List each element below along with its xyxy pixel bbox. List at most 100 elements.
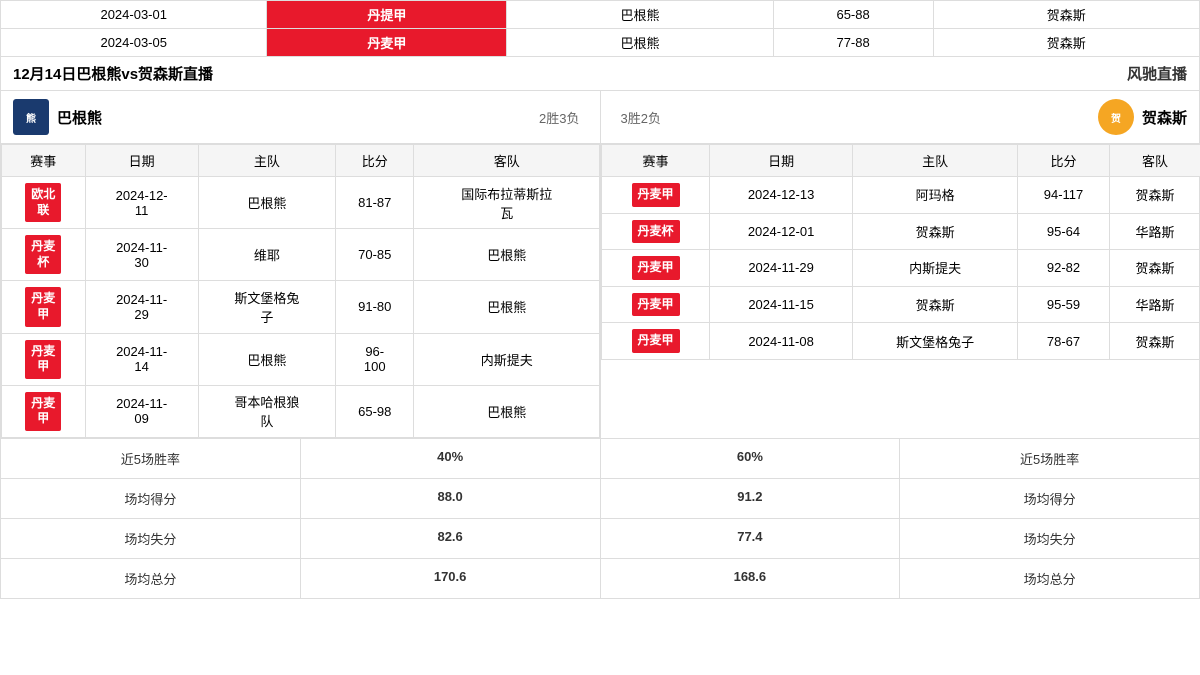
home-cell: 贺森斯 bbox=[853, 286, 1018, 323]
away-cell: 贺森斯 bbox=[1109, 323, 1200, 360]
date-cell: 2024-12-11 bbox=[85, 177, 198, 229]
stats-value-right-avgconcede: 77.4 bbox=[601, 519, 901, 558]
left-team-name: 巴根熊 bbox=[57, 107, 102, 128]
table-row: 丹麦杯 2024-12-01 贺森斯 95-64 华路斯 bbox=[602, 213, 1200, 250]
home-cell: 内斯提夫 bbox=[853, 250, 1018, 287]
left-records-table: 赛事 日期 主队 比分 客队 欧北联 2024-12-11 巴根熊 81-87 … bbox=[1, 144, 600, 438]
away-cell: 巴根熊 bbox=[414, 229, 600, 281]
table-header-row: 赛事 日期 主队 比分 客队 bbox=[602, 145, 1200, 177]
stats-value-left-avgscore: 88.0 bbox=[301, 479, 601, 518]
league-badge-cell: 丹麦甲 bbox=[2, 281, 86, 333]
main-content: 赛事 日期 主队 比分 客队 欧北联 2024-12-11 巴根熊 81-87 … bbox=[0, 144, 1200, 439]
league-badge-cell: 丹麦杯 bbox=[602, 213, 710, 250]
right-team-block: 3胜2负 贺 贺森斯 bbox=[601, 91, 1200, 143]
date-cell: 2024-11-29 bbox=[85, 281, 198, 333]
stats-label-left-avgscore: 场均得分 bbox=[1, 479, 301, 518]
stats-row-avgscore: 场均得分 88.0 91.2 场均得分 bbox=[1, 479, 1199, 519]
league-badge: 丹麦甲 bbox=[632, 256, 680, 280]
stats-value-right-avgtotal: 168.6 bbox=[601, 559, 901, 598]
home-cell: 哥本哈根狼队 bbox=[198, 385, 335, 437]
table-row: 2024-03-05 丹麦甲 巴根熊 77-88 贺森斯 bbox=[1, 29, 1200, 57]
date-cell: 2024-12-01 bbox=[710, 213, 853, 250]
score-cell: 65-88 bbox=[773, 1, 933, 29]
away-cell: 华路斯 bbox=[1109, 286, 1200, 323]
league-badge-cell: 丹麦甲 bbox=[2, 333, 86, 385]
home-cell: 阿玛格 bbox=[853, 177, 1018, 214]
score-cell: 81-87 bbox=[336, 177, 414, 229]
away-cell: 华路斯 bbox=[1109, 213, 1200, 250]
table-row: 丹麦甲 2024-11-29 斯文堡格兔子 91-80 巴根熊 bbox=[2, 281, 600, 333]
home-cell: 贺森斯 bbox=[853, 213, 1018, 250]
league-badge: 丹麦甲 bbox=[632, 329, 680, 353]
col-away: 客队 bbox=[414, 145, 600, 177]
date-cell: 2024-11-15 bbox=[710, 286, 853, 323]
date-cell: 2024-12-13 bbox=[710, 177, 853, 214]
league-badge: 丹麦甲 bbox=[632, 293, 680, 317]
stats-value-right-winrate: 60% bbox=[601, 439, 901, 478]
away-cell: 国际布拉蒂斯拉瓦 bbox=[414, 177, 600, 229]
league-badge-cell: 丹麦甲 bbox=[602, 177, 710, 214]
table-row: 丹麦甲 2024-11-08 斯文堡格兔子 78-67 贺森斯 bbox=[602, 323, 1200, 360]
table-row: 欧北联 2024-12-11 巴根熊 81-87 国际布拉蒂斯拉瓦 bbox=[2, 177, 600, 229]
date-cell: 2024-11-09 bbox=[85, 385, 198, 437]
league-badge: 丹麦甲 bbox=[632, 183, 680, 207]
col-league: 赛事 bbox=[602, 145, 710, 177]
date-cell: 2024-11-14 bbox=[85, 333, 198, 385]
col-home: 主队 bbox=[853, 145, 1018, 177]
stats-row-winrate: 近5场胜率 40% 60% 近5场胜率 bbox=[1, 439, 1199, 479]
date-cell: 2024-11-29 bbox=[710, 250, 853, 287]
away-cell: 内斯提夫 bbox=[414, 333, 600, 385]
home-cell: 巴根熊 bbox=[507, 1, 773, 29]
away-cell: 贺森斯 bbox=[1109, 250, 1200, 287]
league-cell: 丹提甲 bbox=[267, 1, 507, 29]
match-header: 12月14日巴根熊vs贺森斯直播 风驰直播 bbox=[0, 57, 1200, 91]
table-header-row: 赛事 日期 主队 比分 客队 bbox=[2, 145, 600, 177]
stats-value-left-winrate: 40% bbox=[301, 439, 601, 478]
stats-label-right-avgscore: 场均得分 bbox=[900, 479, 1199, 518]
brand-label: 风驰直播 bbox=[1127, 63, 1187, 84]
match-title: 12月14日巴根熊vs贺森斯直播 bbox=[13, 63, 213, 84]
stats-row-avgtotal: 场均总分 170.6 168.6 场均总分 bbox=[1, 559, 1199, 598]
col-home: 主队 bbox=[198, 145, 335, 177]
stats-value-left-avgtotal: 170.6 bbox=[301, 559, 601, 598]
away-cell: 巴根熊 bbox=[414, 385, 600, 437]
stats-section: 近5场胜率 40% 60% 近5场胜率 场均得分 88.0 91.2 场均得分 … bbox=[0, 439, 1200, 599]
league-badge-cell: 丹麦甲 bbox=[602, 286, 710, 323]
table-row: 丹麦甲 2024-11-09 哥本哈根狼队 65-98 巴根熊 bbox=[2, 385, 600, 437]
table-row: 丹麦甲 2024-12-13 阿玛格 94-117 贺森斯 bbox=[602, 177, 1200, 214]
stats-value-left-avgconcede: 82.6 bbox=[301, 519, 601, 558]
score-cell: 78-67 bbox=[1018, 323, 1110, 360]
home-cell: 斯文堡格兔子 bbox=[198, 281, 335, 333]
stats-label-left-avgconcede: 场均失分 bbox=[1, 519, 301, 558]
stats-label-left-avgtotal: 场均总分 bbox=[1, 559, 301, 598]
league-badge-cell: 欧北联 bbox=[2, 177, 86, 229]
right-team-record: 3胜2负 bbox=[613, 108, 661, 127]
date-cell: 2024-03-05 bbox=[1, 29, 267, 57]
score-cell: 70-85 bbox=[336, 229, 414, 281]
贺森斯-logo-icon: 贺 bbox=[1098, 99, 1134, 135]
stats-row-avgconcede: 场均失分 82.6 77.4 场均失分 bbox=[1, 519, 1199, 559]
top-rows-table: 2024-03-01 丹提甲 巴根熊 65-88 贺森斯 2024-03-05 … bbox=[0, 0, 1200, 57]
col-date: 日期 bbox=[710, 145, 853, 177]
away-cell: 贺森斯 bbox=[933, 1, 1199, 29]
table-row: 丹麦甲 2024-11-15 贺森斯 95-59 华路斯 bbox=[602, 286, 1200, 323]
right-team-logo: 贺 bbox=[1098, 99, 1134, 135]
league-badge: 丹麦甲 bbox=[25, 392, 61, 431]
right-records-table: 赛事 日期 主队 比分 客队 丹麦甲 2024-12-13 阿玛格 94-117… bbox=[601, 144, 1200, 360]
score-cell: 95-64 bbox=[1018, 213, 1110, 250]
score-cell: 92-82 bbox=[1018, 250, 1110, 287]
score-cell: 65-98 bbox=[336, 385, 414, 437]
date-cell: 2024-11-30 bbox=[85, 229, 198, 281]
col-score: 比分 bbox=[336, 145, 414, 177]
home-cell: 维耶 bbox=[198, 229, 335, 281]
score-cell: 77-88 bbox=[773, 29, 933, 57]
score-cell: 91-80 bbox=[336, 281, 414, 333]
league-badge: 丹麦甲 bbox=[25, 287, 61, 326]
away-cell: 巴根熊 bbox=[414, 281, 600, 333]
left-team-record: 2胜3负 bbox=[539, 108, 587, 127]
col-date: 日期 bbox=[85, 145, 198, 177]
right-records-section: 赛事 日期 主队 比分 客队 丹麦甲 2024-12-13 阿玛格 94-117… bbox=[601, 144, 1200, 438]
score-cell: 96-100 bbox=[336, 333, 414, 385]
left-records-section: 赛事 日期 主队 比分 客队 欧北联 2024-12-11 巴根熊 81-87 … bbox=[1, 144, 601, 438]
league-badge: 欧北联 bbox=[25, 183, 61, 222]
